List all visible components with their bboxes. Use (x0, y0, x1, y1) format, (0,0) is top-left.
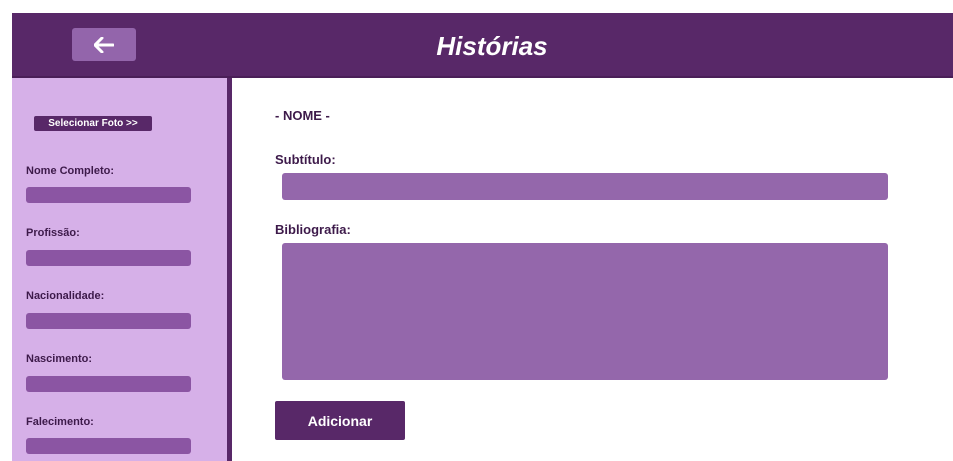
birth-label: Nascimento: (26, 353, 93, 365)
nationality-input[interactable] (26, 313, 191, 329)
name-heading: - NOME - (275, 108, 330, 123)
select-photo-button[interactable]: Selecionar Foto >> (34, 116, 152, 131)
bibliography-label: Bibliografia: (275, 222, 351, 237)
subtitle-input[interactable] (282, 173, 888, 200)
add-button[interactable]: Adicionar (275, 401, 405, 440)
subtitle-label: Subtítulo: (275, 152, 336, 167)
app-page: Histórias Selecionar Foto >> Nome Comple… (0, 0, 953, 461)
profession-input[interactable] (26, 250, 191, 266)
page-title: Histórias (436, 31, 548, 61)
full-name-label: Nome Completo: (26, 165, 114, 177)
birth-input[interactable] (26, 376, 191, 392)
back-button[interactable] (72, 28, 136, 61)
arrow-left-icon (94, 36, 114, 53)
bibliography-textarea[interactable] (282, 243, 888, 380)
nationality-label: Nacionalidade: (26, 290, 105, 302)
sidebar-divider (227, 78, 232, 461)
full-name-input[interactable] (26, 187, 191, 203)
sidebar (12, 78, 227, 461)
death-input[interactable] (26, 438, 191, 454)
profession-label: Profissão: (26, 227, 80, 239)
death-label: Falecimento: (26, 416, 94, 428)
